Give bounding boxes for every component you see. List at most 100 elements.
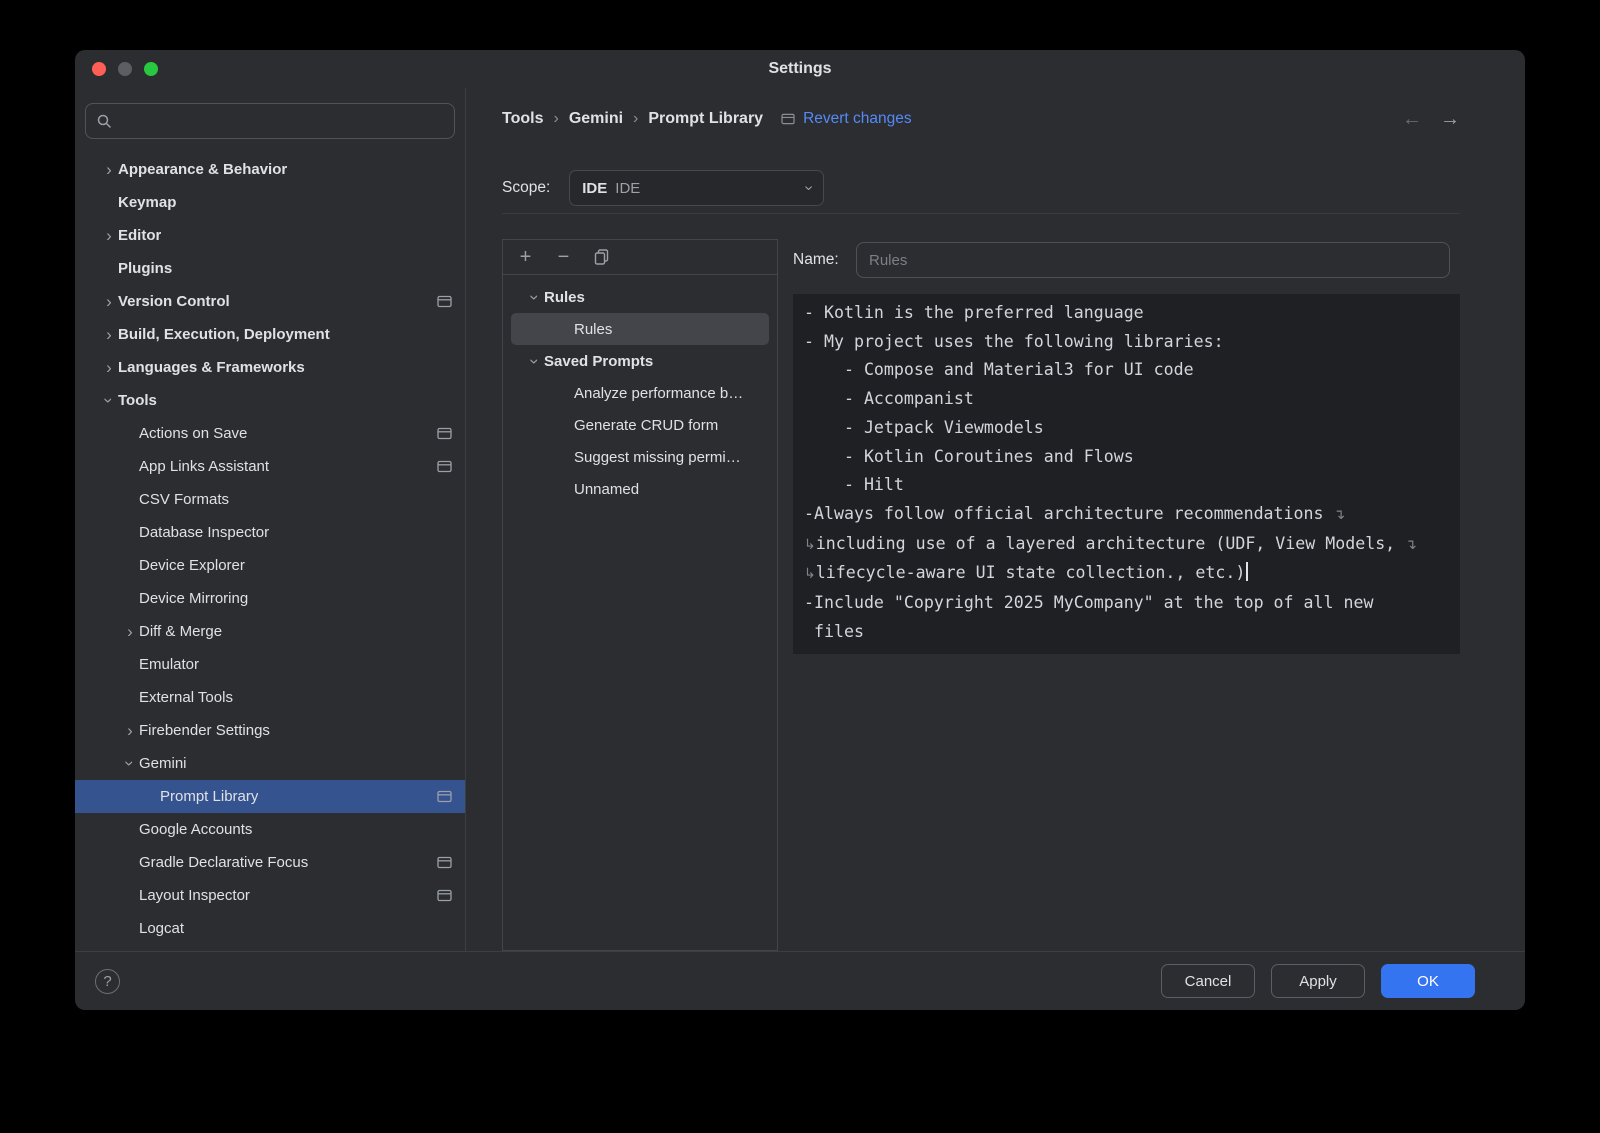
sidebar-item[interactable]: Diff & Merge bbox=[75, 615, 465, 648]
back-arrow-icon[interactable]: ← bbox=[1402, 109, 1422, 129]
ok-button[interactable]: OK bbox=[1381, 964, 1475, 998]
editor-line: - Hilt bbox=[804, 471, 1449, 500]
soft-wrap-icon bbox=[804, 566, 816, 582]
chevron-icon bbox=[100, 161, 118, 178]
scope-label: Scope: bbox=[502, 179, 550, 197]
prompt-list-item[interactable]: Saved Prompts bbox=[511, 345, 769, 377]
prompt-name-row: Name: bbox=[793, 242, 1460, 278]
chevron-icon bbox=[100, 359, 118, 376]
dialog-footer: ? Cancel Apply OK bbox=[75, 951, 1525, 1010]
ide-settings-icon bbox=[437, 460, 452, 473]
cancel-button[interactable]: Cancel bbox=[1161, 964, 1255, 998]
soft-wrap-icon bbox=[804, 537, 816, 553]
sidebar-item[interactable]: Actions on Save bbox=[75, 417, 465, 450]
breadcrumb-separator-icon bbox=[553, 110, 558, 128]
sidebar-item[interactable]: Editor bbox=[75, 219, 465, 252]
forward-arrow-icon[interactable]: → bbox=[1440, 109, 1460, 129]
chevron-icon bbox=[101, 392, 118, 410]
settings-sidebar: Appearance & Behavior Keymap bbox=[75, 88, 466, 951]
window-title: Settings bbox=[768, 60, 831, 78]
chevron-down-icon bbox=[801, 185, 817, 190]
sidebar-item[interactable]: Gemini bbox=[75, 747, 465, 780]
sidebar-item[interactable]: CSV Formats bbox=[75, 483, 465, 516]
editor-line: - Kotlin is the preferred language bbox=[804, 299, 1449, 328]
help-button[interactable]: ? bbox=[95, 969, 120, 994]
scope-dropdown[interactable]: IDE IDE bbox=[569, 170, 824, 206]
section-divider bbox=[502, 213, 1460, 214]
revert-changes-link[interactable]: Revert changes bbox=[781, 110, 912, 128]
sidebar-item[interactable]: Tools bbox=[75, 384, 465, 417]
prompt-list-item[interactable]: Generate CRUD form bbox=[511, 409, 769, 441]
window-controls bbox=[92, 62, 158, 76]
prompt-list-toolbar: + − bbox=[503, 240, 777, 275]
prompt-list-item[interactable]: Analyze performance b… bbox=[511, 377, 769, 409]
sidebar-item[interactable]: Build, Execution, Deployment bbox=[75, 318, 465, 351]
history-nav: ← → bbox=[1402, 109, 1460, 129]
sidebar-item[interactable]: External Tools bbox=[75, 681, 465, 714]
scope-value: IDE bbox=[615, 180, 640, 197]
scope-row: Scope: IDE IDE bbox=[502, 170, 1460, 206]
editor-line: - Accompanist bbox=[804, 385, 1449, 414]
breadcrumb-prompt-library[interactable]: Prompt Library bbox=[648, 110, 763, 128]
plus-icon: + bbox=[520, 247, 532, 267]
ide-settings-icon bbox=[437, 427, 452, 440]
prompt-list-item[interactable]: Unnamed bbox=[511, 473, 769, 505]
sidebar-item[interactable]: Appearance & Behavior bbox=[75, 153, 465, 186]
chevron-icon bbox=[100, 293, 118, 310]
copy-prompt-button[interactable] bbox=[593, 249, 610, 266]
breadcrumb: Tools Gemini Prompt Library Revert chang… bbox=[502, 101, 1460, 137]
ide-settings-icon bbox=[437, 295, 452, 308]
copy-icon bbox=[594, 249, 609, 265]
prompt-list-item[interactable]: Suggest missing permi… bbox=[511, 441, 769, 473]
sidebar-item[interactable]: Database Inspector bbox=[75, 516, 465, 549]
chevron-icon bbox=[121, 722, 139, 739]
sidebar-item[interactable]: Version Control bbox=[75, 285, 465, 318]
sidebar-item[interactable]: Languages & Frameworks bbox=[75, 351, 465, 384]
breadcrumb-tools[interactable]: Tools bbox=[502, 110, 543, 128]
sidebar-item[interactable]: Google Accounts bbox=[75, 813, 465, 846]
scope-value-prefix: IDE bbox=[582, 180, 607, 197]
chevron-icon bbox=[122, 755, 139, 773]
search-icon bbox=[96, 113, 112, 129]
chevron-icon bbox=[527, 352, 544, 370]
minimize-window-button[interactable] bbox=[118, 62, 132, 76]
chevron-icon bbox=[100, 227, 118, 244]
revert-icon bbox=[781, 113, 795, 125]
soft-wrap-icon bbox=[1334, 507, 1346, 523]
breadcrumb-gemini[interactable]: Gemini bbox=[569, 110, 623, 128]
sidebar-item[interactable]: Prompt Library bbox=[75, 780, 465, 813]
prompt-list-item[interactable]: Rules bbox=[511, 313, 769, 345]
zoom-window-button[interactable] bbox=[144, 62, 158, 76]
sidebar-item[interactable]: Logcat bbox=[75, 912, 465, 945]
editor-line: files bbox=[804, 618, 1449, 647]
sidebar-item[interactable]: Emulator bbox=[75, 648, 465, 681]
close-window-button[interactable] bbox=[92, 62, 106, 76]
prompt-tree: Rules Rules Saved Prompts Analyze perf bbox=[503, 275, 777, 505]
sidebar-item[interactable]: Plugins bbox=[75, 252, 465, 285]
sidebar-item[interactable]: Device Mirroring bbox=[75, 582, 465, 615]
minus-icon: − bbox=[558, 247, 570, 267]
apply-button[interactable]: Apply bbox=[1271, 964, 1365, 998]
settings-search-box[interactable] bbox=[85, 103, 455, 139]
editor-line: - My project uses the following librarie… bbox=[804, 328, 1449, 357]
sidebar-item[interactable]: Device Explorer bbox=[75, 549, 465, 582]
editor-line: - Kotlin Coroutines and Flows bbox=[804, 443, 1449, 472]
text-caret bbox=[1246, 562, 1248, 581]
prompt-name-input[interactable] bbox=[856, 242, 1450, 278]
chevron-icon bbox=[121, 623, 139, 640]
prompt-list-pane: + − bbox=[502, 239, 778, 951]
sidebar-item[interactable]: Firebender Settings bbox=[75, 714, 465, 747]
settings-search-input[interactable] bbox=[119, 112, 444, 131]
sidebar-item[interactable]: App Links Assistant bbox=[75, 450, 465, 483]
settings-window: Settings bbox=[75, 50, 1525, 1010]
prompt-list-item[interactable]: Rules bbox=[511, 281, 769, 313]
remove-prompt-button[interactable]: − bbox=[555, 249, 572, 266]
sidebar-item[interactable]: Keymap bbox=[75, 186, 465, 219]
add-prompt-button[interactable]: + bbox=[517, 249, 534, 266]
sidebar-item[interactable]: Layout Inspector bbox=[75, 879, 465, 912]
desktop-background: Settings bbox=[0, 0, 1600, 1133]
prompt-library-panes: + − bbox=[502, 239, 1460, 951]
titlebar: Settings bbox=[75, 50, 1525, 88]
prompt-editor[interactable]: - Kotlin is the preferred language- My p… bbox=[793, 294, 1460, 654]
sidebar-item[interactable]: Gradle Declarative Focus bbox=[75, 846, 465, 879]
